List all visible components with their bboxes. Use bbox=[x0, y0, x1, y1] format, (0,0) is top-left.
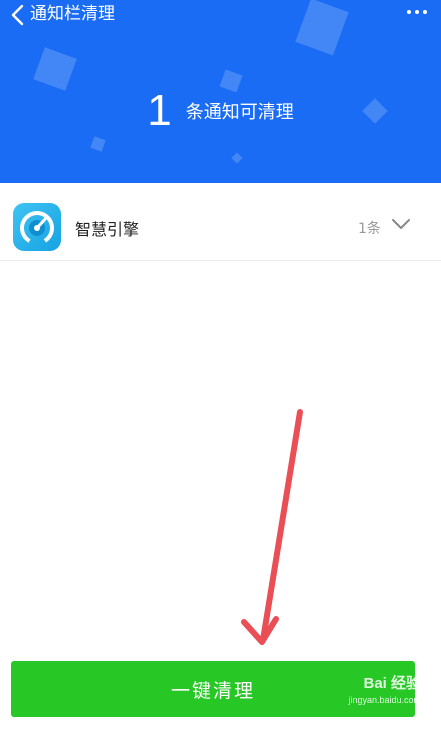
page-title: 通知栏清理 bbox=[30, 4, 115, 24]
decor-diamond bbox=[33, 47, 77, 91]
watermark-brand: Bai 经验 bbox=[363, 675, 421, 692]
summary: 1 条通知可清理 bbox=[0, 86, 441, 136]
speedometer-app-icon bbox=[13, 203, 61, 251]
header: 通知栏清理 1 条通知可清理 bbox=[0, 0, 441, 183]
decor-diamond bbox=[295, 0, 349, 56]
decor-diamond bbox=[231, 152, 243, 164]
notification-count-label: 条通知可清理 bbox=[185, 102, 294, 123]
decor-diamond bbox=[90, 136, 106, 152]
list-item[interactable]: 智慧引擎 1条 bbox=[0, 192, 441, 261]
watermark: Bai 经验 jingyan.baidu.com bbox=[348, 676, 421, 708]
more-dots-icon[interactable] bbox=[405, 2, 429, 22]
app-notification-count: 1条 bbox=[358, 221, 381, 237]
app-name: 智慧引擎 bbox=[75, 220, 140, 239]
watermark-url: jingyan.baidu.com bbox=[348, 695, 421, 705]
chevron-left-icon[interactable] bbox=[8, 4, 28, 26]
notification-count: 1 bbox=[147, 86, 172, 135]
chevron-down-icon[interactable] bbox=[390, 216, 412, 232]
